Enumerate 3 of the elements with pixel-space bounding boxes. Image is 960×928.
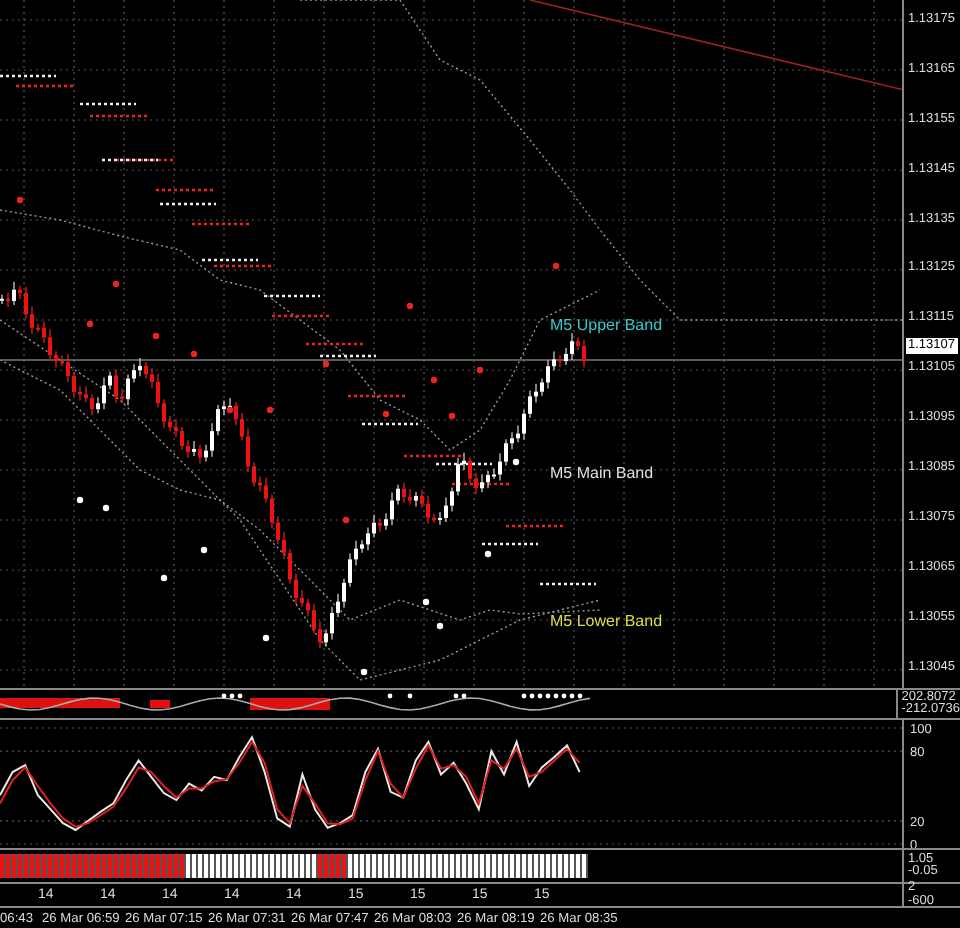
band-label: M5 Main Band (550, 464, 654, 482)
band-label: M5 Upper Band (550, 316, 663, 334)
band-label: M5 Lower Band (550, 612, 663, 630)
